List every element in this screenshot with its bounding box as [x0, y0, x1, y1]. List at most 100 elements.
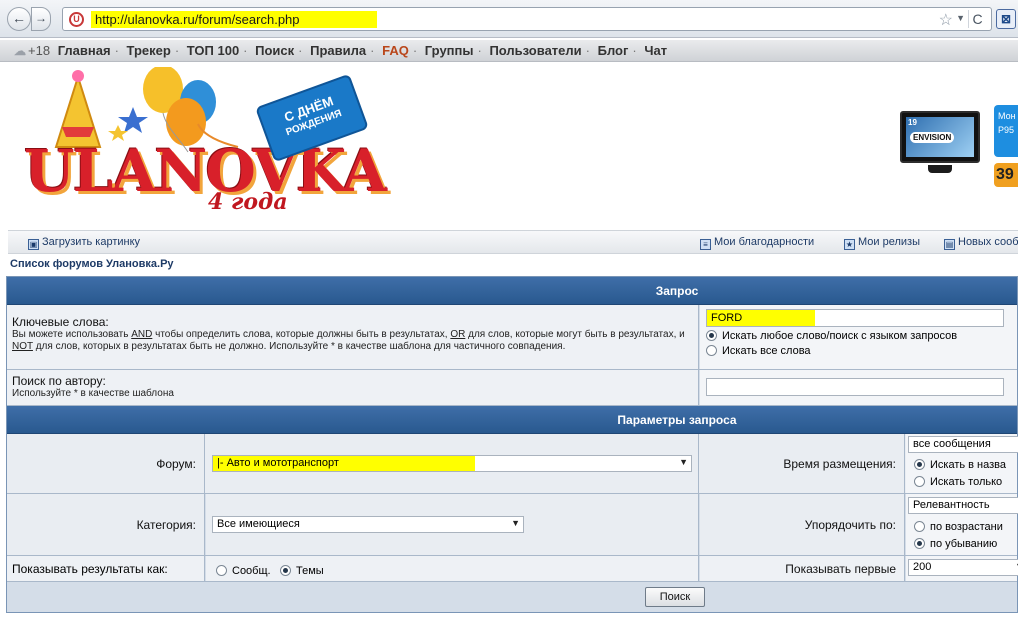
show-as-label: Показывать результаты как: [12, 562, 168, 576]
nav-separator: · [370, 43, 375, 58]
search-button[interactable]: Поиск [645, 587, 705, 607]
forum-index-link[interactable]: Список форумов Улановка.Ру [10, 258, 174, 270]
advertisement-banner[interactable]: 19 ENVISION Мон P95 39 [898, 105, 1018, 191]
show-first-select[interactable]: 200 ▼ [908, 559, 1018, 576]
ad-panel-line1: Мон [998, 111, 1016, 121]
order-select[interactable]: Релевантность [908, 497, 1018, 514]
site-logo[interactable]: ULANOVKA 4 года С ДНЁМ РОЖДЕНИЯ [18, 67, 387, 227]
author-help: Используйте * в качестве шаблона [12, 388, 174, 399]
thanks-icon: ≡ [700, 239, 711, 250]
logo-wordmark: ULANOVKA [24, 137, 387, 205]
show-as-label-cell: Показывать результаты как: [7, 556, 205, 581]
search-form: Запрос Ключевые слова: Вы можете использ… [6, 276, 1018, 613]
radio-button[interactable] [914, 538, 925, 549]
logo-years: 4 года [208, 189, 288, 215]
category-select-cell: Все имеющиеся ▼ [206, 494, 699, 555]
radio-button[interactable] [280, 565, 291, 576]
radio-any-words[interactable]: Искать любое слово/поиск с языком запрос… [706, 330, 1011, 342]
nav-separator: · [243, 43, 248, 58]
upload-image-link[interactable]: ▣ Загрузить картинку [28, 236, 140, 250]
nav-separator: · [477, 43, 482, 58]
new-posts-link[interactable]: ▤Новых сообщ [944, 236, 1018, 250]
new-posts-label: Новых сообщ [958, 236, 1018, 248]
time-select[interactable]: все сообщения [908, 436, 1018, 453]
params-section-header: Параметры запроса [7, 406, 1017, 434]
nav-separator: · [114, 43, 119, 58]
keywords-input[interactable] [706, 309, 1004, 327]
user-links-bar: ▣ Загрузить картинку ≡ Мои благодарности ★… [8, 230, 1018, 254]
radio-button[interactable] [706, 330, 717, 341]
nav-rules[interactable]: Правила [310, 43, 366, 58]
nav-search[interactable]: Поиск [255, 43, 294, 58]
time-label-cell: Время размещения: [700, 434, 905, 493]
author-input[interactable] [706, 378, 1004, 396]
cloud-icon: ☁ [14, 44, 26, 58]
chevron-down-icon: ▼ [679, 457, 688, 467]
show-first-label-cell: Показывать первые [700, 556, 905, 581]
bookmark-star-icon[interactable]: ☆ [939, 10, 953, 30]
nav-home[interactable]: Главная [58, 43, 111, 58]
keywords-label-cell: Ключевые слова: Вы можете использовать A… [7, 305, 699, 369]
forum-label-cell: Форум: [7, 434, 205, 493]
show-as-topics[interactable]: Темы [280, 565, 324, 577]
time-radio-titles[interactable]: Искать в назва [914, 459, 1006, 471]
show-as-posts[interactable]: Сообщ. [216, 565, 271, 577]
radio-button[interactable] [914, 459, 925, 470]
nav-tracker[interactable]: Трекер [127, 43, 171, 58]
upload-image-label: Загрузить картинку [42, 236, 141, 248]
submit-row: Поиск [7, 582, 1017, 612]
params-title: Параметры запроса [617, 413, 737, 427]
my-thanks-link[interactable]: ≡ Мои благодарности [700, 236, 814, 250]
radio-button[interactable] [914, 521, 925, 532]
site-header: ULANOVKA 4 года С ДНЁМ РОЖДЕНИЯ 19 ENVIS… [0, 63, 1018, 229]
author-label: Поиск по автору: [12, 374, 106, 388]
order-radio1-label: по возрастани [930, 521, 1003, 533]
radio-button[interactable] [706, 345, 717, 356]
time-label: Время размещения: [783, 457, 896, 471]
nav-separator: · [585, 43, 590, 58]
extension-icon[interactable]: ⊠ [996, 9, 1016, 29]
nav-top100[interactable]: ТОП 100 [187, 43, 239, 58]
url-text[interactable]: http://ulanovka.ru/forum/search.php [91, 11, 377, 28]
show-first-value: 200 [913, 561, 932, 573]
time-radio-only[interactable]: Искать только [914, 476, 1002, 488]
nav-blog[interactable]: Блог [598, 43, 629, 58]
my-releases-link[interactable]: ★ Мои релизы [844, 236, 920, 250]
my-thanks-label: Мои благодарности [714, 236, 815, 248]
query-section-header: Запрос [7, 277, 1017, 305]
radio-any-label: Искать любое слово/поиск с языком запрос… [722, 330, 958, 342]
ad-panel-line2: P95 [998, 125, 1015, 135]
show-as-options-cell: Сообщ. Темы [206, 556, 699, 581]
radio-all-words[interactable]: Искать все слова [706, 345, 1011, 357]
nav-separator: · [632, 43, 637, 58]
monitor-size: 19 [908, 118, 917, 127]
back-button[interactable]: ← [7, 7, 31, 31]
order-radio-asc[interactable]: по возрастани [914, 521, 1003, 533]
show-first-select-cell: 200 ▼ [906, 556, 1018, 581]
nav-chat[interactable]: Чат [644, 43, 667, 58]
ad-price: 39 [994, 163, 1018, 187]
order-select-cell: Релевантность по возрастани по убыванию [906, 494, 1018, 555]
radio-button[interactable] [914, 476, 925, 487]
radio-button[interactable] [216, 565, 227, 576]
time-radio2-label: Искать только [930, 476, 1003, 488]
forum-select[interactable]: |- Авто и мототранспорт ▼ [212, 455, 692, 472]
author-row: Поиск по автору: Используйте * в качеств… [7, 370, 1017, 406]
nav-groups[interactable]: Группы [425, 43, 474, 58]
releases-icon: ★ [844, 239, 855, 250]
dropdown-arrow-icon[interactable]: ▼ [956, 13, 965, 23]
ad-panel: Мон P95 [994, 105, 1018, 157]
forward-button[interactable]: → [31, 7, 51, 31]
time-select-value: все сообщения [913, 438, 991, 450]
order-label-cell: Упорядочить по: [700, 494, 905, 555]
category-select-value: Все имеющиеся [217, 518, 300, 530]
reload-icon[interactable]: C [968, 10, 986, 28]
new-posts-icon: ▤ [944, 239, 955, 250]
nav-users[interactable]: Пользователи [489, 43, 581, 58]
order-select-value: Релевантность [913, 499, 990, 511]
monitor-image: 19 ENVISION [900, 111, 980, 163]
category-select[interactable]: Все имеющиеся ▼ [212, 516, 524, 533]
address-bar[interactable]: U http://ulanovka.ru/forum/search.php ☆ … [62, 7, 992, 31]
nav-faq[interactable]: FAQ [382, 43, 409, 58]
order-radio-desc[interactable]: по убыванию [914, 538, 997, 550]
